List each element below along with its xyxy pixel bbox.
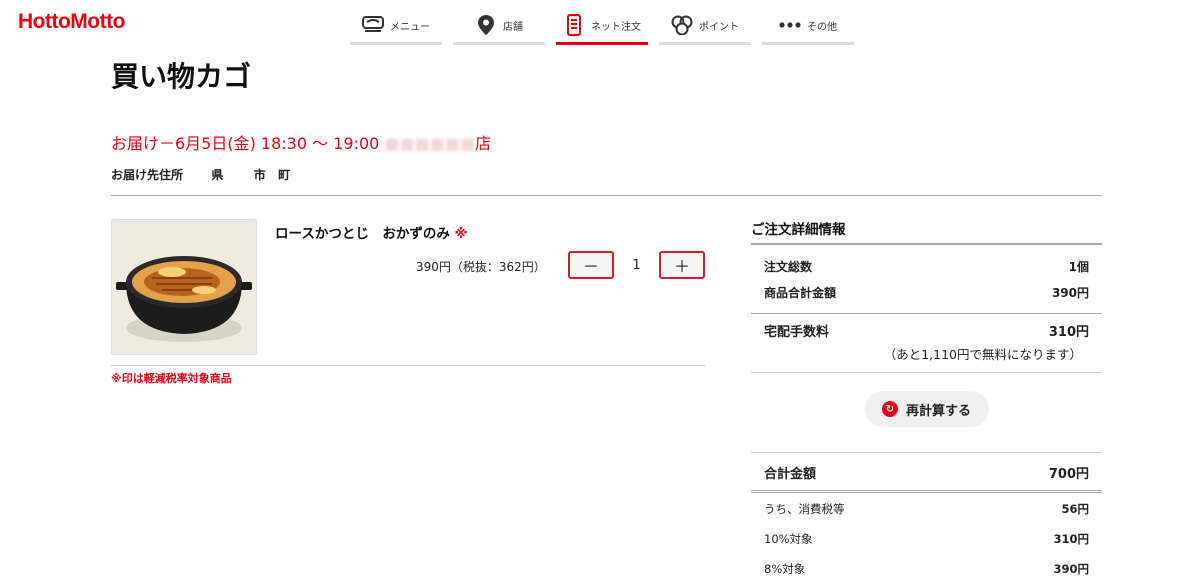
- grand-total-label: 合計金額: [764, 467, 817, 482]
- address-prefecture: 県: [211, 168, 224, 182]
- nav-label-points: ポイント: [699, 21, 739, 33]
- reduced-tax-note: ※印は軽減税率対象商品: [111, 372, 232, 385]
- product-name: ロースかつとじ おかずのみ ※: [275, 222, 468, 242]
- summary-row-count: 注文総数 1個: [751, 258, 1102, 275]
- store-suffix: 店: [475, 134, 492, 153]
- quantity-value: 1: [632, 257, 641, 273]
- nav-online-order[interactable]: ネット注文: [556, 8, 648, 45]
- more-dots-icon: [779, 14, 801, 36]
- main-nav: メニュー 店舗 ネット注文 ポイント その他: [350, 8, 854, 45]
- brand-logo[interactable]: HottoMotto: [18, 10, 125, 34]
- address-label: お届け先住所: [111, 168, 184, 182]
- summary-row-grand-total: 合計金額 700円: [751, 463, 1102, 482]
- nav-others[interactable]: その他: [762, 8, 854, 45]
- delivery-address: お届け先住所 県 市 町: [111, 166, 290, 183]
- nav-label-others: その他: [807, 21, 837, 33]
- summary-row-subtotal: 商品合計金額 390円: [751, 284, 1102, 301]
- location-pin-icon: [475, 14, 497, 36]
- delivery-fee-label: 宅配手数料: [764, 325, 830, 340]
- summary-title: ご注文詳細情報: [751, 222, 846, 238]
- grand-total-value: 700円: [1048, 467, 1089, 482]
- nav-label-menu: メニュー: [390, 21, 430, 33]
- product-image: [111, 219, 257, 355]
- product-name-text: ロースかつとじ おかずのみ: [275, 226, 450, 242]
- nav-label-stores: 店舗: [503, 21, 523, 33]
- quantity-decrease-button[interactable]: －: [568, 251, 614, 279]
- page-title: 買い物カゴ: [111, 60, 252, 93]
- address-town: 町: [278, 168, 291, 182]
- order-summary: ご注文詳細情報 注文総数 1個 商品合計金額 390円 宅配手数料 310円 （…: [751, 218, 1102, 577]
- store-name-redacted: ■■■■■■: [384, 134, 476, 153]
- delivery-text: お届け－6月5日(金) 18:30 ～ 19:00: [111, 134, 385, 153]
- summary-row-10pct: 10%対象 310円: [751, 531, 1102, 547]
- ten-pct-value: 310円: [1053, 532, 1089, 546]
- subtotal-label: 商品合計金額: [764, 286, 837, 300]
- summary-row-delivery-fee: 宅配手数料 310円: [751, 321, 1102, 340]
- summary-row-tax: うち、消費税等 56円: [751, 501, 1102, 517]
- nav-menu[interactable]: メニュー: [350, 8, 442, 45]
- divider: [111, 195, 1102, 196]
- summary-row-8pct: 8%対象 390円: [751, 561, 1102, 577]
- subtotal-value: 390円: [1051, 286, 1089, 300]
- coins-icon: [671, 14, 693, 36]
- nav-stores[interactable]: 店舗: [453, 8, 545, 45]
- recalculate-label: 再計算する: [905, 403, 971, 419]
- product-price: 390円（税抜：362円）: [416, 260, 546, 274]
- eight-pct-value: 390円: [1053, 562, 1089, 576]
- ten-pct-label: 10%対象: [764, 532, 813, 546]
- delivery-fee-value: 310円: [1048, 325, 1089, 340]
- recalculate-button[interactable]: ↻ 再計算する: [864, 391, 989, 427]
- smartphone-icon: [563, 14, 585, 36]
- delivery-time: お届け－6月5日(金) 18:30 ～ 19:00 ■■■■■■店: [111, 130, 491, 154]
- refresh-icon: ↻: [881, 401, 898, 417]
- nav-points[interactable]: ポイント: [659, 8, 751, 45]
- tax-value: 56円: [1061, 502, 1089, 516]
- count-value: 1個: [1068, 260, 1089, 274]
- divider: [111, 365, 705, 366]
- quantity-stepper: － 1 ＋: [568, 251, 705, 279]
- reduced-tax-mark: ※: [454, 226, 468, 242]
- quantity-increase-button[interactable]: ＋: [659, 251, 705, 279]
- address-city: 市: [253, 168, 266, 182]
- tax-label: うち、消費税等: [764, 502, 845, 516]
- count-label: 注文総数: [764, 260, 813, 274]
- nav-label-online-order: ネット注文: [591, 21, 641, 33]
- free-delivery-note: （あと1,110円で無料になります）: [883, 347, 1082, 362]
- eight-pct-label: 8%対象: [764, 562, 806, 576]
- menu-bowl-icon: [362, 14, 384, 36]
